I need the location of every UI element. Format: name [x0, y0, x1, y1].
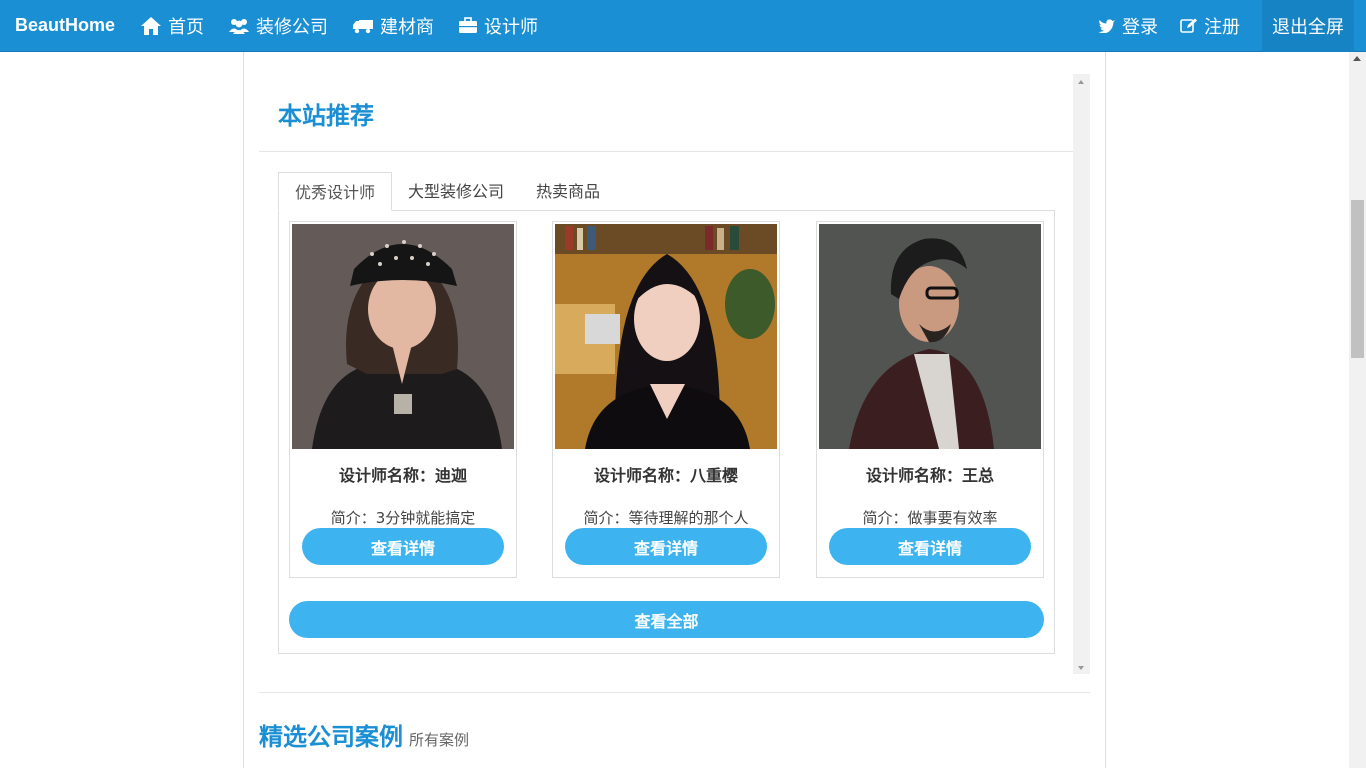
nav-item-suppliers-label: 建材商	[380, 16, 434, 38]
register-label: 注册	[1204, 16, 1240, 38]
nav-item-designers-label: 设计师	[484, 16, 538, 38]
page-scrollbar[interactable]	[1349, 52, 1366, 768]
recommend-title: 本站推荐	[278, 102, 374, 130]
top-navbar: BeautHome 首页 装修公司 建材商 设计师 登录 注册 退出全屏	[0, 0, 1366, 52]
nav-item-companies-label: 装修公司	[256, 16, 328, 38]
nav-item-suppliers[interactable]: 建材商	[352, 13, 434, 39]
designers-panel: 设计师名称：迪迦 简介：3分钟就能搞定 查看详情 设计师名称：八重樱 简介：等待…	[278, 210, 1055, 654]
twitter-icon	[1098, 18, 1116, 33]
divider	[259, 692, 1090, 693]
login-label: 登录	[1122, 16, 1158, 38]
nav-item-companies[interactable]: 装修公司	[228, 13, 328, 39]
designer-photo	[555, 224, 777, 449]
scroll-up-icon[interactable]	[1353, 56, 1361, 61]
all-cases-link[interactable]: 所有案例	[409, 729, 469, 750]
cases-header: 精选公司案例 所有案例	[259, 717, 469, 752]
home-icon	[140, 16, 162, 36]
divider	[259, 151, 1073, 152]
designer-intro: 简介：做事要有效率	[862, 509, 998, 527]
view-details-button[interactable]: 查看详情	[565, 528, 767, 565]
view-details-button[interactable]: 查看详情	[829, 528, 1031, 565]
view-all-button[interactable]: 查看全部	[289, 601, 1044, 638]
truck-icon	[352, 18, 374, 34]
user-nav: 登录 注册 退出全屏	[1098, 0, 1366, 52]
view-details-button[interactable]: 查看详情	[302, 528, 504, 565]
designer-photo	[292, 224, 514, 449]
cases-title: 精选公司案例	[259, 723, 403, 751]
designer-intro: 简介：3分钟就能搞定	[330, 509, 476, 527]
scrollbar-thumb[interactable]	[1351, 200, 1364, 358]
scroll-up-icon[interactable]	[1078, 80, 1084, 84]
login-link[interactable]: 登录	[1098, 13, 1158, 39]
scroll-down-icon[interactable]	[1078, 666, 1084, 670]
inner-scrollbar[interactable]	[1073, 74, 1090, 674]
tab-companies[interactable]: 大型装修公司	[392, 172, 520, 211]
nav-item-home[interactable]: 首页	[140, 13, 204, 39]
designer-intro: 简介：等待理解的那个人	[583, 509, 749, 527]
nav-item-home-label: 首页	[168, 16, 204, 38]
register-link[interactable]: 注册	[1180, 13, 1240, 39]
designer-photo	[819, 224, 1041, 449]
designer-card: 设计师名称：王总 简介：做事要有效率 查看详情	[816, 221, 1044, 578]
designer-name: 设计师名称：八重樱	[593, 466, 738, 485]
edit-icon	[1180, 18, 1198, 34]
designer-name: 设计师名称：王总	[865, 466, 994, 485]
main-nav: 首页 装修公司 建材商 设计师	[140, 13, 562, 39]
tab-designers[interactable]: 优秀设计师	[278, 172, 393, 211]
exit-fullscreen-button[interactable]: 退出全屏	[1262, 0, 1354, 52]
briefcase-icon	[458, 17, 478, 34]
designer-name: 设计师名称：迪迦	[338, 466, 467, 485]
brand-logo[interactable]: BeautHome	[0, 15, 140, 36]
tab-products[interactable]: 热卖商品	[520, 172, 616, 211]
main-container: 本站推荐 优秀设计师 大型装修公司 热卖商品 设计师名称：迪迦 简介：3分钟就能…	[243, 52, 1106, 768]
designer-card: 设计师名称：迪迦 简介：3分钟就能搞定 查看详情	[289, 221, 517, 578]
nav-item-designers[interactable]: 设计师	[458, 13, 538, 39]
recommend-tabs: 优秀设计师 大型装修公司 热卖商品	[278, 172, 616, 211]
designer-card: 设计师名称：八重樱 简介：等待理解的那个人 查看详情	[552, 221, 780, 578]
users-icon	[228, 17, 250, 35]
